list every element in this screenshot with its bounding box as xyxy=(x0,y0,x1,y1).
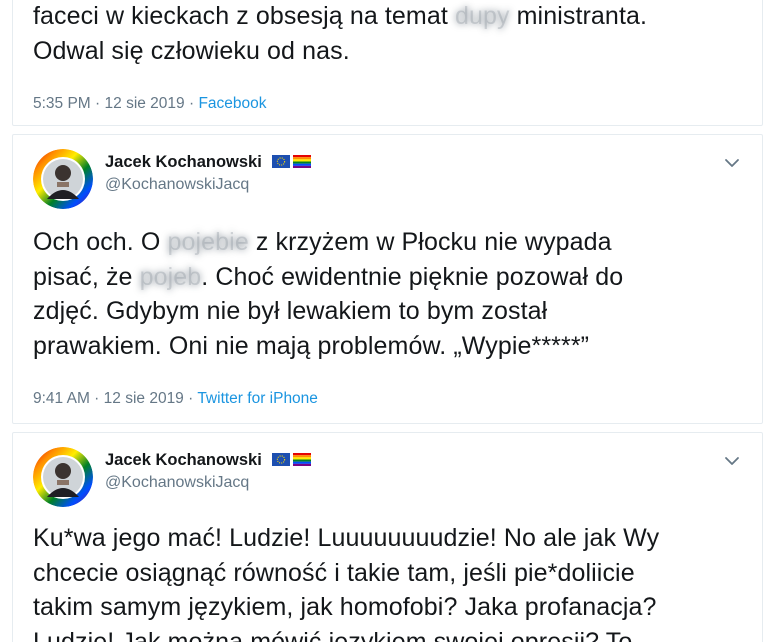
avatar-image xyxy=(33,149,93,209)
tweet-text: Och och. O pojebie z krzyżem w Płocku ni… xyxy=(33,225,742,363)
chevron-down-icon[interactable] xyxy=(722,153,742,173)
avatar[interactable] xyxy=(33,447,93,507)
censored-word: pojeb xyxy=(139,262,202,291)
tweet-text: Ku*wa jego mać! Ludzie! Luuuuuuuudzie! N… xyxy=(33,521,742,642)
tweet-text-segment: takim samym językiem, jak homofobi? Jaka… xyxy=(33,593,657,621)
author-name-text[interactable]: Jacek Kochanowski xyxy=(105,153,262,171)
rainbow-flag-icon xyxy=(293,453,312,466)
tweet-timestamp[interactable]: 9:41 AM · 12 sie 2019 · Twitter for iPho… xyxy=(33,390,318,408)
tweet-source-link[interactable]: Facebook xyxy=(198,95,266,112)
author-name-text[interactable]: Jacek Kochanowski xyxy=(105,451,262,469)
censored-word: pojebie xyxy=(167,228,249,256)
eu-flag-icon xyxy=(272,155,291,168)
tweet-date[interactable]: 12 sie 2019 xyxy=(105,95,185,112)
tweet-card[interactable]: Jacek Kochanowski @KochanowskiJacq Ku*wa… xyxy=(12,432,763,642)
author-name[interactable]: Jacek Kochanowski xyxy=(105,153,312,172)
tweet-time[interactable]: 5:35 PM xyxy=(33,95,91,112)
author-handle[interactable]: @KochanowskiJacq xyxy=(105,176,249,194)
author-name[interactable]: Jacek Kochanowski xyxy=(105,451,312,470)
tweet-text-segment: Ku*wa jego mać! Ludzie! Luuuuuuuudzie! N… xyxy=(33,524,660,552)
tweet-time[interactable]: 9:41 AM xyxy=(33,390,90,407)
censored-word: dupy xyxy=(454,2,510,30)
tweet-text-segment: Och och. O xyxy=(33,228,168,256)
tweet-card[interactable]: Jacek Kochanowski @KochanowskiJacq Och o… xyxy=(12,134,763,424)
tweet-text: faceci w kieckach z obsesją na temat dup… xyxy=(33,0,742,68)
tweet-source-link[interactable]: Twitter for iPhone xyxy=(197,390,318,407)
author-handle[interactable]: @KochanowskiJacq xyxy=(105,474,249,492)
tweet-text-segment: Odwal się człowieku od nas. xyxy=(33,36,350,65)
avatar-image xyxy=(33,447,93,507)
tweet-text-segment: ministranta. xyxy=(509,2,648,30)
chevron-down-icon[interactable] xyxy=(722,451,742,471)
tweet-card[interactable]: faceci w kieckach z obsesją na temat dup… xyxy=(12,0,763,126)
tweet-text-segment: faceci w kieckach z obsesją na temat xyxy=(33,2,455,30)
tweet-text-segment: z krzyżem w Płocku nie wypada xyxy=(248,228,612,256)
tweet-text-segment: chcecie osiągnąć równość i takie tam, je… xyxy=(33,558,635,587)
tweet-timestamp[interactable]: 5:35 PM · 12 sie 2019 · Facebook xyxy=(33,95,267,113)
rainbow-flag-icon xyxy=(293,155,312,168)
eu-flag-icon xyxy=(272,453,291,466)
tweet-text-segment: Ludzie! Jak można mówić językiem swojej … xyxy=(33,627,633,642)
tweet-date[interactable]: 12 sie 2019 xyxy=(104,390,184,407)
tweet-text-segment: pisać, że xyxy=(33,262,140,291)
tweet-text-segment: zdjęć. Gdybym nie był lewakiem to bym zo… xyxy=(33,297,548,325)
tweet-text-segment: prawakiem. Oni nie mają problemów. „Wypi… xyxy=(33,331,590,360)
avatar[interactable] xyxy=(33,149,93,209)
tweet-text-segment: . Choć ewidentnie pięknie pozował do xyxy=(201,262,624,291)
